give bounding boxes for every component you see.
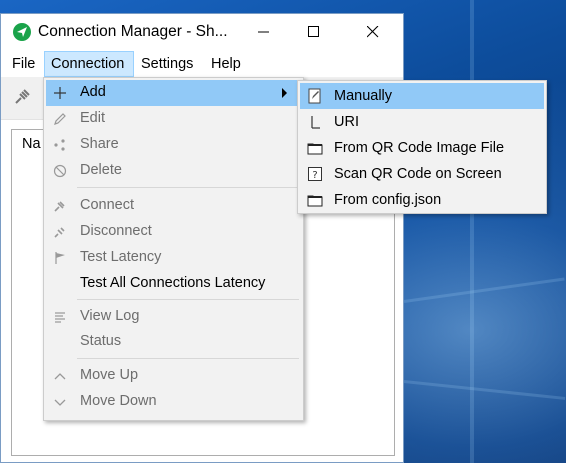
light-beam bbox=[403, 380, 566, 400]
minimize-icon bbox=[258, 31, 269, 33]
menu-item-connect[interactable]: Connect bbox=[46, 193, 301, 219]
menu-item-label: View Log bbox=[80, 308, 140, 324]
menu-item-test-latency[interactable]: Test Latency bbox=[46, 245, 301, 271]
menu-connection[interactable]: Connection bbox=[44, 51, 134, 77]
menu-settings[interactable]: Settings bbox=[135, 51, 199, 77]
app-logo-icon bbox=[13, 23, 31, 41]
list-column-header: Na bbox=[22, 136, 41, 152]
title-bar[interactable]: Connection Manager - Sh... bbox=[1, 14, 403, 50]
submenu-item-manually[interactable]: Manually bbox=[300, 83, 544, 109]
menu-item-move-up[interactable]: Move Up bbox=[46, 363, 301, 389]
prohibited-icon bbox=[51, 162, 69, 180]
add-submenu: Manually URI From QR Code Image File ? S… bbox=[297, 80, 547, 214]
flag-icon bbox=[51, 249, 69, 267]
minimize-button[interactable] bbox=[241, 14, 287, 50]
connection-dropdown-menu: Add Edit Share Delete Connect Disconnect bbox=[43, 77, 304, 421]
share-icon bbox=[51, 136, 69, 154]
log-icon bbox=[51, 308, 69, 326]
menu-item-label: Add bbox=[80, 84, 106, 100]
submenu-item-label: From QR Code Image File bbox=[334, 140, 505, 156]
pencil-icon bbox=[51, 110, 69, 128]
plug-icon[interactable] bbox=[13, 88, 31, 110]
submenu-item-uri[interactable]: URI bbox=[300, 109, 544, 135]
menu-item-label: Move Down bbox=[80, 393, 157, 409]
submenu-arrow-icon bbox=[282, 88, 287, 98]
menu-item-label: Share bbox=[80, 136, 119, 152]
menu-item-label: Test All Connections Latency bbox=[80, 275, 266, 291]
menu-item-delete[interactable]: Delete bbox=[46, 158, 301, 184]
light-beam bbox=[470, 0, 474, 463]
close-button[interactable] bbox=[350, 14, 396, 50]
svg-text:?: ? bbox=[312, 170, 317, 181]
menu-separator bbox=[77, 358, 299, 359]
submenu-item-qr-image[interactable]: From QR Code Image File bbox=[300, 135, 544, 161]
plus-icon bbox=[51, 84, 69, 102]
unplug-icon bbox=[51, 223, 69, 241]
close-icon bbox=[367, 26, 379, 38]
menu-item-test-all-latency[interactable]: Test All Connections Latency bbox=[46, 271, 301, 297]
menu-item-share[interactable]: Share bbox=[46, 132, 301, 158]
submenu-item-label: Scan QR Code on Screen bbox=[334, 166, 502, 182]
window-title: Connection Manager - Sh... bbox=[38, 23, 228, 40]
menu-separator bbox=[77, 299, 299, 300]
submenu-item-scan-qr[interactable]: ? Scan QR Code on Screen bbox=[300, 161, 544, 187]
text-cursor-icon bbox=[306, 113, 323, 130]
menu-item-label: Move Up bbox=[80, 367, 139, 383]
menu-file[interactable]: File bbox=[6, 51, 41, 77]
menu-item-move-down[interactable]: Move Down bbox=[46, 389, 301, 415]
menu-item-label: Edit bbox=[80, 110, 105, 126]
submenu-item-config-json[interactable]: From config.json bbox=[300, 187, 544, 213]
menu-item-disconnect[interactable]: Disconnect bbox=[46, 219, 301, 245]
menu-separator bbox=[77, 187, 299, 188]
submenu-item-label: From config.json bbox=[334, 192, 442, 208]
folder-icon bbox=[306, 191, 323, 208]
menu-item-label: Status bbox=[80, 333, 122, 349]
menu-item-add[interactable]: Add bbox=[46, 80, 301, 106]
menu-item-edit[interactable]: Edit bbox=[46, 106, 301, 132]
chevron-down-icon bbox=[51, 393, 69, 411]
submenu-item-label: URI bbox=[334, 114, 359, 130]
plug-icon bbox=[51, 197, 69, 215]
menu-item-label: Connect bbox=[80, 197, 135, 213]
menu-bar: File Connection Settings Help bbox=[1, 51, 403, 77]
question-box-icon: ? bbox=[306, 165, 323, 182]
maximize-icon bbox=[308, 26, 319, 37]
edit-document-icon bbox=[306, 87, 323, 104]
menu-item-status[interactable]: Status bbox=[46, 329, 301, 355]
light-beam bbox=[403, 277, 565, 303]
menu-item-label: Disconnect bbox=[80, 223, 152, 239]
menu-item-view-log[interactable]: View Log bbox=[46, 304, 301, 330]
menu-item-label: Delete bbox=[80, 162, 122, 178]
submenu-item-label: Manually bbox=[334, 88, 393, 104]
menu-help[interactable]: Help bbox=[205, 51, 247, 77]
menu-item-label: Test Latency bbox=[80, 249, 162, 265]
chevron-up-icon bbox=[51, 367, 69, 385]
folder-icon bbox=[306, 139, 323, 156]
maximize-button[interactable] bbox=[291, 14, 337, 50]
